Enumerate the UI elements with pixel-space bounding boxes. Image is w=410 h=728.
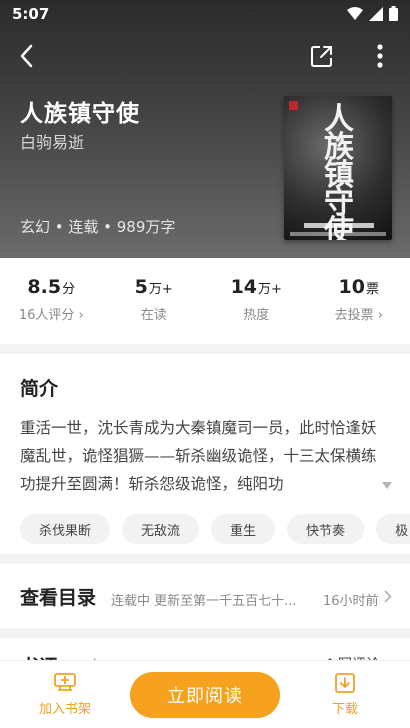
- read-now-button[interactable]: 立即阅读: [130, 672, 280, 718]
- catalog-title: 查看目录: [20, 587, 97, 609]
- bottom-action-bar: 加入书架 立即阅读 下载: [0, 660, 410, 728]
- stat-value: 14万+: [230, 276, 282, 298]
- download-icon: [335, 673, 355, 693]
- add-to-shelf-label: 加入书架: [38, 702, 91, 717]
- book-title: 人族镇守使: [20, 101, 140, 127]
- intro-title: 简介: [20, 378, 59, 400]
- bookshelf-icon: [54, 673, 76, 691]
- tag-chip[interactable]: 重生: [211, 514, 276, 544]
- signal-icon: [369, 6, 383, 21]
- stat-reading: 5万+ 在读: [103, 258, 206, 344]
- cover-footer-strip: [290, 232, 386, 236]
- top-toolbar: [0, 38, 410, 74]
- stat-label: 去投票 ›: [334, 308, 383, 323]
- stat-value: 10票: [338, 276, 379, 298]
- stat-label: 热度: [243, 308, 270, 323]
- stat-value: 5万+: [134, 276, 173, 298]
- share-button[interactable]: [308, 42, 336, 70]
- stat-value: 8.5分: [27, 276, 76, 298]
- book-author[interactable]: 白驹易逝: [20, 129, 84, 153]
- more-options-button[interactable]: [366, 42, 394, 70]
- back-arrow-icon: [20, 44, 33, 68]
- catalog-row[interactable]: 查看目录 连载中 更新至第一千五百七十... 16小时前: [0, 564, 410, 628]
- cover-author-strip: [304, 223, 374, 228]
- tag-chip[interactable]: 极: [376, 514, 410, 544]
- share-icon: [311, 46, 332, 67]
- catalog-status: 连载中 更新至第一千五百七十...: [111, 594, 297, 609]
- wifi-icon: [347, 6, 363, 20]
- stat-rating[interactable]: 8.5分 16人评分 ›: [0, 258, 103, 344]
- cover-title-art: 人族镇守使: [324, 102, 354, 241]
- tag-list: 杀伐果断 无敌流 重生 快节奏 极: [20, 514, 410, 544]
- intro-text[interactable]: 重活一世，沈长青成为大秦镇魔司一员，此时恰逢妖魔乱世，诡怪猖獗——斩杀幽级诡怪，…: [20, 414, 390, 498]
- tag-chip[interactable]: 快节奏: [287, 514, 365, 544]
- status-icons: [347, 6, 398, 21]
- book-meta: 玄幻 • 连载 • 989万字: [20, 218, 176, 236]
- book-detail-screen: 5:07 人族镇守使 白驹易逝 玄幻 • 连载 • 989万字 人族镇守使: [0, 0, 410, 728]
- book-header: 5:07 人族镇守使 白驹易逝 玄幻 • 连载 • 989万字 人族镇守使: [0, 0, 410, 258]
- download-label: 下载: [331, 702, 358, 717]
- stat-popularity: 14万+ 热度: [205, 258, 308, 344]
- add-to-shelf-button[interactable]: 加入书架: [30, 671, 100, 717]
- cover-publisher-badge: [289, 101, 298, 110]
- intro-section: 简介 重活一世，沈长青成为大秦镇魔司一员，此时恰逢妖魔乱世，诡怪猖獗——斩杀幽级…: [0, 354, 410, 554]
- expand-down-icon[interactable]: [382, 482, 392, 490]
- tag-chip[interactable]: 杀伐果断: [20, 514, 111, 544]
- more-vertical-icon: [377, 44, 383, 68]
- back-button[interactable]: [12, 42, 40, 70]
- stat-label: 16人评分 ›: [18, 308, 84, 323]
- chevron-right-icon: [384, 590, 392, 603]
- status-bar: 5:07: [0, 0, 410, 28]
- status-time: 5:07: [12, 5, 50, 23]
- catalog-update-time: 16小时前: [323, 594, 379, 609]
- battery-icon: [389, 6, 398, 21]
- stat-votes[interactable]: 10票 去投票 ›: [308, 258, 410, 344]
- download-button[interactable]: 下载: [318, 671, 372, 717]
- book-stats: 8.5分 16人评分 › 5万+ 在读 14万+ 热度 10票 去投票 ›: [0, 258, 410, 344]
- stat-label: 在读: [140, 308, 167, 323]
- book-cover: 人族镇守使: [284, 96, 392, 240]
- tag-chip[interactable]: 无敌流: [122, 514, 200, 544]
